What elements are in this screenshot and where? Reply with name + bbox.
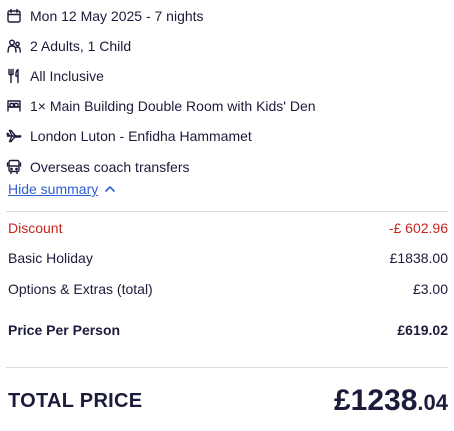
summary-item-label: Mon 12 May 2025 - 7 nights xyxy=(30,8,204,24)
total-price-main: £1238 xyxy=(333,384,418,417)
bus-icon xyxy=(6,159,22,175)
summary-item-label: London Luton - Enfidha Hammamet xyxy=(30,128,252,144)
options-extras-value: £3.00 xyxy=(412,281,448,297)
summary-item-transfer: Overseas coach transfers xyxy=(6,157,190,177)
price-row-options-extras: Options & Extras (total) £3.00 xyxy=(8,279,448,299)
price-row-discount: Discount -£ 602.96 xyxy=(8,218,448,238)
summary-item-label: All Inclusive xyxy=(30,68,104,84)
bed-icon xyxy=(6,98,22,114)
people-icon xyxy=(6,38,22,54)
basic-holiday-value: £1838.00 xyxy=(389,250,448,266)
total-price-label: TOTAL PRICE xyxy=(8,389,143,412)
options-extras-label: Options & Extras (total) xyxy=(8,281,153,297)
summary-item-room: 1× Main Building Double Room with Kids' … xyxy=(6,96,316,116)
booking-summary-panel: Mon 12 May 2025 - 7 nights 2 Adults, 1 C… xyxy=(0,0,454,431)
plane-icon xyxy=(6,128,22,144)
summary-item-label: 2 Adults, 1 Child xyxy=(30,38,132,54)
hide-summary-link[interactable]: Hide summary xyxy=(8,181,116,197)
basic-holiday-label: Basic Holiday xyxy=(8,250,93,266)
divider xyxy=(6,367,448,368)
price-row-basic-holiday: Basic Holiday £1838.00 xyxy=(8,248,448,268)
summary-item-label: 1× Main Building Double Room with Kids' … xyxy=(30,98,316,114)
price-row-per-person: Price Per Person £619.02 xyxy=(8,320,448,340)
total-price-value: £1238 .04 xyxy=(334,384,448,418)
summary-item-flight: London Luton - Enfidha Hammamet xyxy=(6,126,252,146)
chevron-up-icon xyxy=(104,183,116,195)
total-price-row: TOTAL PRICE £1238 .04 xyxy=(8,384,448,418)
divider xyxy=(6,211,448,212)
summary-item-date: Mon 12 May 2025 - 7 nights xyxy=(6,6,204,26)
calendar-icon xyxy=(6,8,22,24)
discount-value: -£ 602.96 xyxy=(388,220,448,236)
total-price-pence: .04 xyxy=(417,390,448,415)
price-per-person-value: £619.02 xyxy=(397,322,448,338)
summary-item-board: All Inclusive xyxy=(6,66,104,86)
cutlery-icon xyxy=(6,68,22,84)
summary-item-label: Overseas coach transfers xyxy=(30,159,190,175)
summary-item-passengers: 2 Adults, 1 Child xyxy=(6,36,131,56)
hide-summary-label: Hide summary xyxy=(8,181,99,197)
price-per-person-label: Price Per Person xyxy=(8,322,121,338)
discount-label: Discount xyxy=(8,220,63,236)
